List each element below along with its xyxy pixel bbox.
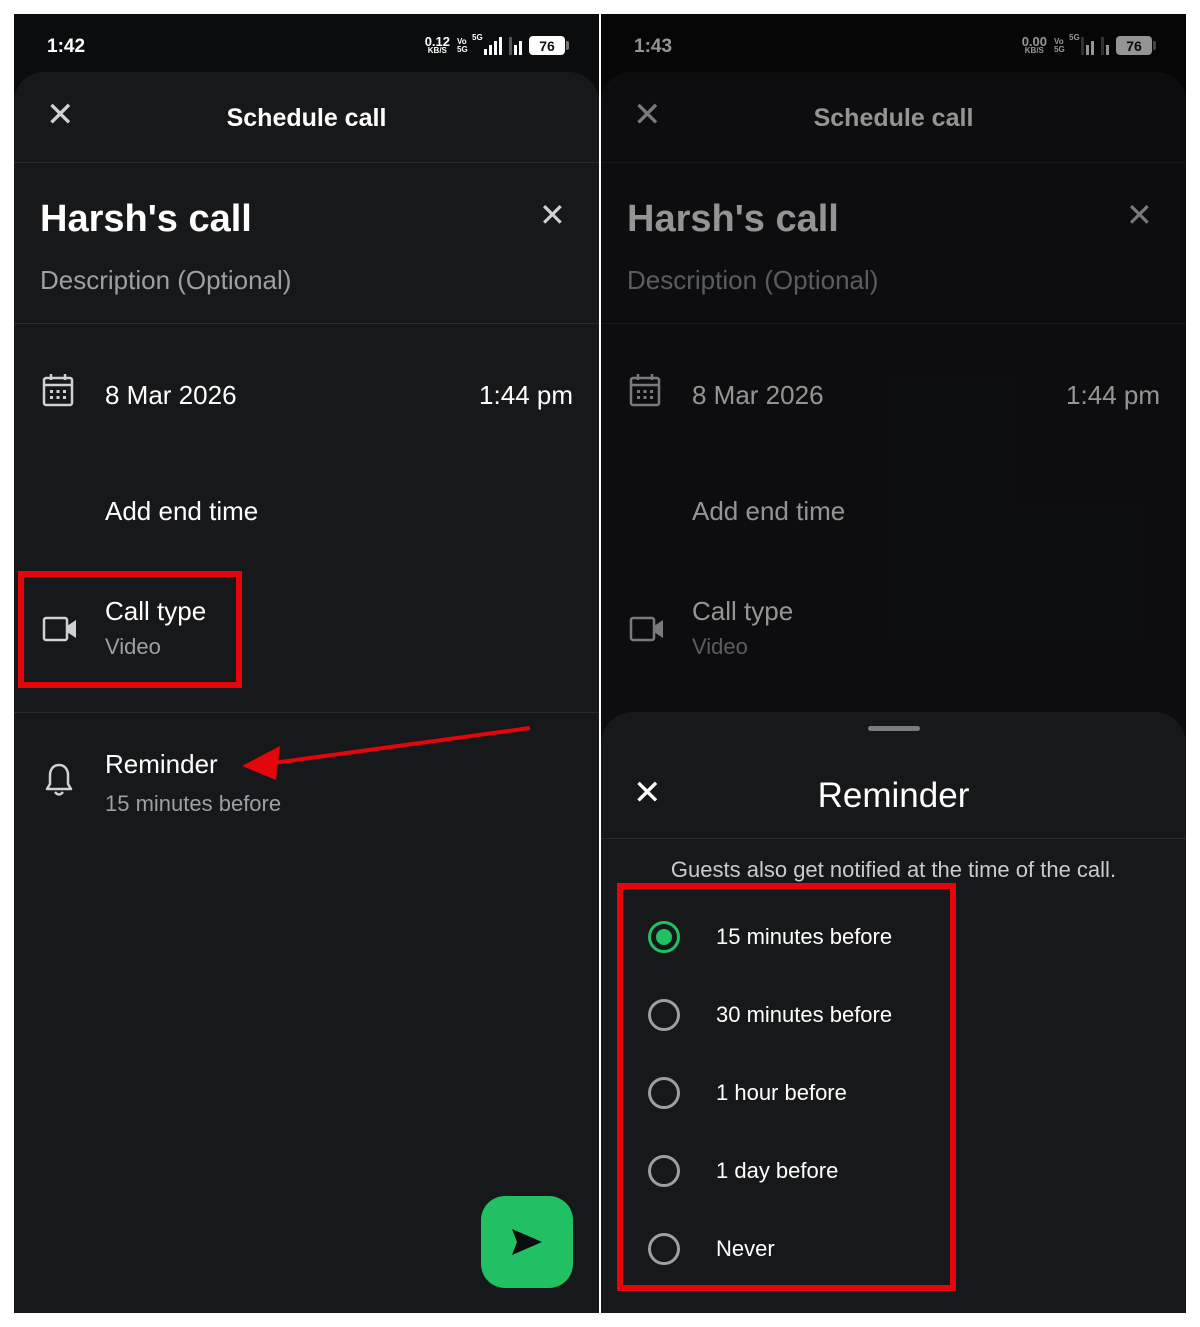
right-screen: 1:43 0.00 KB/S Vo 5G 5G 76 ✕ Schedule ca… [601, 14, 1186, 1313]
drag-handle[interactable] [868, 726, 920, 731]
status-icons: 0.12 KB/S Vo 5G 5G 76 [424, 33, 569, 55]
option-label: 1 day before [716, 1158, 839, 1183]
divider [14, 712, 599, 713]
radio-icon[interactable] [648, 1077, 680, 1109]
battery-icon: 76 [529, 36, 569, 55]
description-input[interactable]: Description (Optional) [40, 265, 291, 296]
divider [14, 323, 599, 324]
add-end-time-button[interactable]: Add end time [105, 496, 258, 527]
radio-icon[interactable] [648, 999, 680, 1031]
option-label: Never [716, 1236, 775, 1261]
radio-icon[interactable] [648, 1155, 680, 1187]
status-time: 1:42 [47, 36, 86, 57]
reminder-option-30-minutes[interactable]: 30 minutes before [648, 995, 948, 1035]
send-button[interactable] [481, 1196, 573, 1288]
radio-icon[interactable] [648, 1233, 680, 1265]
reminder-option-never[interactable]: Never [648, 1229, 948, 1269]
reminder-note: Guests also get notified at the time of … [670, 857, 1117, 882]
calendar-icon [42, 374, 74, 407]
send-icon [512, 1229, 542, 1255]
call-type-label: Call type [105, 596, 207, 626]
reminder-value: 15 minutes before [105, 791, 282, 816]
option-label: 1 hour before [716, 1080, 847, 1105]
clear-name-icon[interactable]: ✕ [539, 199, 566, 231]
left-screen: 1:42 0.12 KB/S Vo 5G 5G 76 ✕ Schedule ca… [14, 14, 599, 1313]
date-time-row: 8 Mar 2026 1:44 pm [14, 372, 599, 422]
bell-icon [45, 763, 73, 796]
reminder-title: Reminder [817, 776, 970, 815]
reminder-header: ✕ Reminder [601, 752, 1186, 839]
reminder-option-1-day[interactable]: 1 day before [648, 1151, 948, 1191]
status-bar: 1:42 0.12 KB/S Vo 5G 5G 76 [14, 14, 599, 76]
video-camera-icon [42, 616, 76, 642]
signal-icon-2 [509, 36, 522, 55]
radio-selected-icon[interactable] [648, 921, 680, 953]
network-speed: 0.12 KB/S [424, 33, 450, 55]
reminder-label: Reminder [105, 749, 218, 779]
header: ✕ Schedule call [14, 72, 599, 163]
option-label: 15 minutes before [716, 924, 893, 949]
call-type-value: Video [105, 634, 161, 659]
option-label: 30 minutes before [716, 1002, 893, 1027]
reminder-bottom-sheet: ✕ Reminder Guests also get notified at t… [601, 712, 1186, 1313]
signal-icon: 5G [472, 33, 502, 55]
time-field[interactable]: 1:44 pm [479, 380, 573, 411]
call-name-input[interactable]: Harsh's call [40, 198, 252, 241]
schedule-call-sheet: ✕ Schedule call Harsh's call ✕ Descripti… [14, 72, 599, 1313]
call-type-row[interactable]: Call type Video [14, 592, 599, 662]
date-field[interactable]: 8 Mar 2026 [105, 380, 237, 411]
reminder-option-1-hour[interactable]: 1 hour before [648, 1073, 948, 1113]
annotation-arrow [242, 726, 531, 780]
reminder-option-15-minutes[interactable]: 15 minutes before [648, 917, 948, 957]
page-title: Schedule call [226, 104, 387, 132]
